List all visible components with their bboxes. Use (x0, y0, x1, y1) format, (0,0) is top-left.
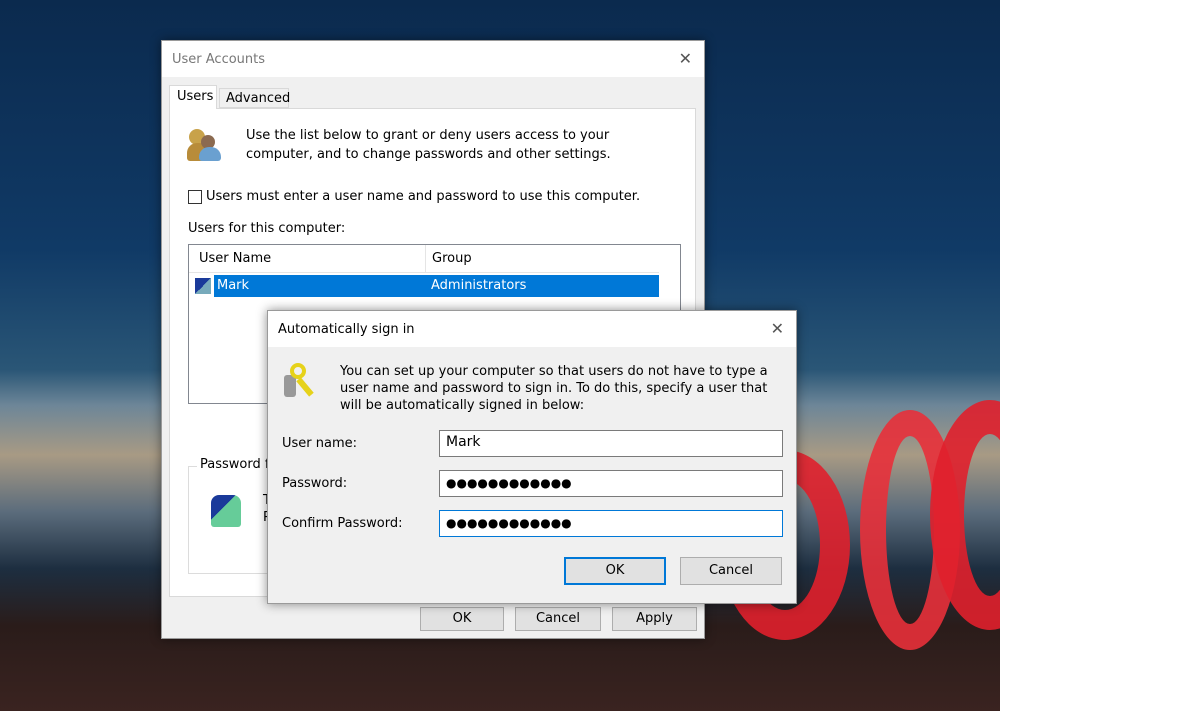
password-label: Password: (282, 476, 348, 491)
title-bar: Automatically sign in (268, 311, 796, 347)
dialog-title: User Accounts (172, 51, 266, 67)
checkbox-box[interactable] (188, 189, 202, 204)
title-bar: User Accounts (162, 41, 704, 77)
dialog-title: Automatically sign in (278, 321, 415, 337)
ok-button[interactable]: OK (420, 607, 504, 631)
close-icon[interactable]: ✕ (679, 49, 692, 68)
auto-signin-dialog: Automatically sign in ✕ You can set up y… (267, 310, 797, 604)
confirm-password-label: Confirm Password: (282, 516, 403, 531)
tab-advanced[interactable]: Advanced (219, 88, 290, 108)
row-group: Administrators (431, 278, 527, 293)
user-icon (211, 495, 241, 527)
user-name-input[interactable]: Mark (439, 430, 783, 457)
user-icon (195, 278, 211, 294)
users-list-label: Users for this computer: (188, 221, 346, 236)
table-row[interactable]: Mark Administrators (195, 275, 659, 297)
require-login-label: Users must enter a user name and passwor… (206, 189, 641, 204)
confirm-password-input[interactable]: ●●●●●●●●●●●● (439, 510, 783, 537)
user-name-label: User name: (282, 436, 358, 451)
apply-button[interactable]: Apply (612, 607, 697, 631)
keys-icon (282, 361, 322, 401)
cancel-button[interactable]: Cancel (680, 557, 782, 585)
ok-button[interactable]: OK (564, 557, 666, 585)
description-text: You can set up your computer so that use… (340, 364, 768, 413)
tab-users[interactable]: Users (169, 85, 217, 109)
list-header: User Name Group (189, 245, 659, 273)
row-user: Mark (217, 278, 250, 293)
column-divider (425, 245, 426, 273)
password-input[interactable]: ●●●●●●●●●●●● (439, 470, 783, 497)
password-group-label: Password f (197, 457, 273, 472)
users-icon (187, 127, 223, 163)
column-group[interactable]: Group (432, 251, 472, 266)
column-user-name[interactable]: User Name (199, 251, 425, 266)
require-login-checkbox[interactable]: Users must enter a user name and passwor… (188, 189, 640, 204)
cancel-button[interactable]: Cancel (515, 607, 601, 631)
intro-text: Use the list below to grant or deny user… (246, 128, 611, 162)
close-icon[interactable]: ✕ (771, 319, 784, 338)
